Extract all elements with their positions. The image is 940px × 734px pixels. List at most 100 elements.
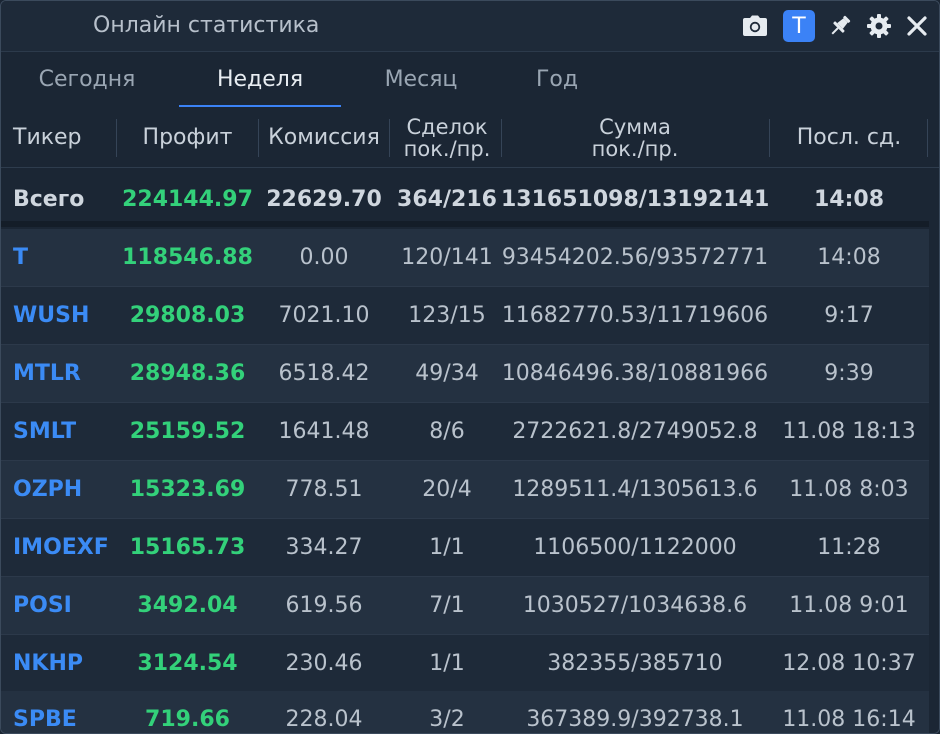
column-divider <box>927 119 928 157</box>
row-last-deal: 11.08 18:13 <box>782 419 916 444</box>
table-row[interactable]: MTLR 28948.36 6518.42 49/34 10846496.38/… <box>1 345 929 403</box>
row-last-deal: 11.08 8:03 <box>789 477 909 502</box>
row-deals: 120/141 <box>401 245 493 270</box>
gear-icon <box>867 14 891 38</box>
close-icon <box>907 16 927 36</box>
total-sum: 131651098/13192141 <box>501 187 769 212</box>
col-header-commission[interactable]: Комиссия <box>259 126 389 150</box>
screenshot-button[interactable] <box>739 10 771 42</box>
row-commission: 6518.42 <box>278 361 370 386</box>
col-header-deals-line1: Сделок <box>406 115 488 139</box>
table-header: Тикер Профит Комиссия Сделок пок./пр. Су… <box>1 109 939 168</box>
total-last-deal: 14:08 <box>813 187 885 212</box>
row-sum: 10846496.38/10881966 <box>501 361 769 386</box>
row-profit: 3492.04 <box>137 593 238 618</box>
table-row[interactable]: T 118546.88 0.00 120/141 93454202.56/935… <box>1 229 929 287</box>
row-sum: 2722621.8/2749052.8 <box>512 419 758 444</box>
row-commission: 619.56 <box>285 593 363 618</box>
settings-button[interactable] <box>863 10 895 42</box>
col-header-deals[interactable]: Сделок пок./пр. <box>389 116 505 160</box>
table-row[interactable]: WUSH 29808.03 7021.10 123/15 11682770.53… <box>1 287 929 345</box>
row-profit: 118546.88 <box>122 245 253 270</box>
total-commission: 22629.70 <box>266 187 382 212</box>
row-deals: 3/2 <box>429 707 465 732</box>
tab-month[interactable]: Месяц <box>341 52 501 108</box>
row-ticker: OZPH <box>13 477 83 502</box>
row-deals: 1/1 <box>429 535 465 560</box>
row-sum: 1030527/1034638.6 <box>522 593 748 618</box>
row-commission: 778.51 <box>285 477 363 502</box>
row-sum: 367389.9/392738.1 <box>526 707 744 732</box>
row-deals: 1/1 <box>429 651 465 676</box>
total-row: Всего 224144.97 22629.70 364/216 1316510… <box>1 171 929 228</box>
row-profit: 15323.69 <box>129 477 246 502</box>
col-header-sum-line1: Сумма <box>599 115 671 139</box>
row-profit: 15165.73 <box>129 535 246 560</box>
table-row[interactable]: NKHP 3124.54 230.46 1/1 382355/385710 12… <box>1 635 929 693</box>
col-header-last-deal[interactable]: Посл. сд. <box>769 126 929 150</box>
row-profit: 719.66 <box>145 707 230 732</box>
table-row[interactable]: OZPH 15323.69 778.51 20/4 1289511.4/1305… <box>1 461 929 519</box>
row-last-deal: 14:08 <box>817 245 881 270</box>
row-ticker: MTLR <box>13 361 81 386</box>
col-header-ticker[interactable]: Тикер <box>13 126 82 150</box>
t-toggle-button[interactable]: T <box>783 10 815 42</box>
camera-icon <box>743 15 767 36</box>
total-deals: 364/216 <box>397 187 497 212</box>
row-profit: 28948.36 <box>129 361 246 386</box>
close-button[interactable] <box>901 10 933 42</box>
row-commission: 228.04 <box>285 707 363 732</box>
table-row[interactable]: SPBE 719.66 228.04 3/2 367389.9/392738.1… <box>1 691 929 733</box>
row-commission: 1641.48 <box>278 419 370 444</box>
pin-button[interactable] <box>824 10 856 42</box>
row-commission: 7021.10 <box>278 303 370 328</box>
table-row[interactable]: IMOEXF 15165.73 334.27 1/1 1106500/11220… <box>1 519 929 577</box>
table-row[interactable]: POSI 3492.04 619.56 7/1 1030527/1034638.… <box>1 577 929 635</box>
row-commission: 334.27 <box>285 535 363 560</box>
row-sum: 11682770.53/11719606 <box>501 303 769 328</box>
row-last-deal: 9:17 <box>824 303 874 328</box>
row-deals: 20/4 <box>422 477 472 502</box>
row-sum: 1106500/1122000 <box>533 535 737 560</box>
row-deals: 7/1 <box>429 593 465 618</box>
tab-today[interactable]: Сегодня <box>1 52 173 108</box>
total-profit: 224144.97 <box>122 187 253 212</box>
row-ticker: IMOEXF <box>13 535 109 560</box>
active-tab-indicator <box>179 105 341 107</box>
row-last-deal: 11:28 <box>817 535 881 560</box>
row-deals: 49/34 <box>415 361 479 386</box>
row-last-deal: 12.08 10:37 <box>782 651 916 676</box>
tab-week[interactable]: Неделя <box>179 52 341 108</box>
row-ticker: WUSH <box>13 303 90 328</box>
row-last-deal: 9:39 <box>824 361 874 386</box>
row-profit: 25159.52 <box>129 419 246 444</box>
row-ticker: NKHP <box>13 651 83 676</box>
row-profit: 29808.03 <box>129 303 246 328</box>
row-ticker: SMLT <box>13 419 77 444</box>
col-header-deals-line2: пок./пр. <box>403 137 491 161</box>
row-last-deal: 11.08 9:01 <box>789 593 909 618</box>
total-divider <box>1 221 929 227</box>
row-last-deal: 11.08 16:14 <box>782 707 916 732</box>
statistics-window: Онлайн статистика T Сегодня Неделя Месяц… <box>0 0 940 734</box>
total-label: Всего <box>13 187 85 212</box>
table-scrollbar[interactable] <box>929 227 939 733</box>
row-commission: 230.46 <box>285 651 363 676</box>
row-sum: 382355/385710 <box>547 651 723 676</box>
row-profit: 3124.54 <box>137 651 238 676</box>
col-header-profit[interactable]: Профит <box>116 126 259 150</box>
col-header-sum-line2: пок./пр. <box>591 137 679 161</box>
row-sum: 93454202.56/93572771 <box>501 245 769 270</box>
row-ticker: SPBE <box>13 707 77 732</box>
row-ticker: POSI <box>13 593 72 618</box>
row-deals: 123/15 <box>408 303 486 328</box>
row-commission: 0.00 <box>299 245 349 270</box>
table-row[interactable]: SMLT 25159.52 1641.48 8/6 2722621.8/2749… <box>1 403 929 461</box>
row-ticker: T <box>13 245 29 270</box>
row-deals: 8/6 <box>429 419 465 444</box>
title-bar[interactable]: Онлайн статистика T <box>1 1 939 52</box>
tab-year[interactable]: Год <box>501 52 613 108</box>
row-sum: 1289511.4/1305613.6 <box>512 477 758 502</box>
pin-icon <box>831 15 851 35</box>
col-header-sum[interactable]: Сумма пок./пр. <box>501 116 769 160</box>
